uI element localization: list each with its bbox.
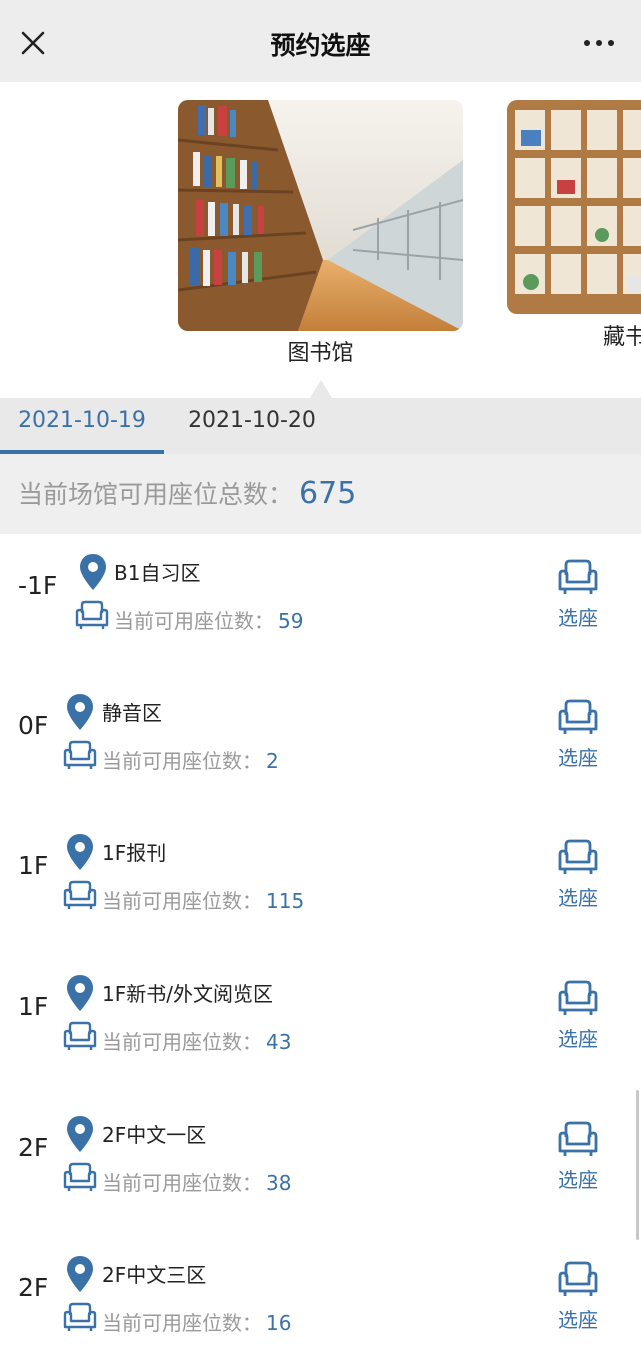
available-seats: 当前可用座位数： 16 — [102, 1307, 291, 1336]
zone-row: 2F 2F中文三区 当前可用座位数： 16 选座 — [0, 1237, 641, 1349]
zone-name: 静音区 — [102, 701, 162, 725]
select-seat-button[interactable]: 选座 — [548, 557, 608, 637]
venue-card-collection[interactable] — [507, 100, 641, 314]
floor-label: 1F — [18, 851, 49, 880]
select-seat-button[interactable]: 选座 — [548, 1119, 608, 1199]
venue-card-library[interactable] — [178, 100, 463, 331]
zone-name: 2F中文一区 — [102, 1123, 207, 1147]
location-pin-icon — [67, 694, 93, 730]
floor-label: 2F — [18, 1273, 49, 1302]
venue-carousel: 图书馆 藏书 — [0, 82, 641, 398]
select-seat-label: 选座 — [558, 746, 598, 770]
floor-label: 1F — [18, 992, 49, 1021]
total-label: 当前场馆可用座位总数： — [18, 480, 294, 509]
location-pin-icon — [67, 834, 93, 870]
select-seat-label: 选座 — [558, 1168, 598, 1192]
select-seat-label: 选座 — [558, 1308, 598, 1332]
location-pin-icon — [80, 554, 106, 590]
available-count: 38 — [266, 1171, 292, 1195]
available-label: 当前可用座位数： — [102, 1311, 262, 1335]
seat-icon — [558, 699, 598, 734]
select-seat-label: 选座 — [558, 886, 598, 910]
available-seats: 当前可用座位数： 115 — [102, 885, 304, 914]
zone-name: 1F新书/外文阅览区 — [102, 982, 273, 1006]
available-count: 115 — [266, 889, 305, 913]
location-pin-icon — [67, 1116, 93, 1152]
zone-name: 2F中文三区 — [102, 1263, 207, 1287]
tab-date-2[interactable]: 2021-10-20 — [172, 398, 332, 454]
floor-label: -1F — [18, 571, 58, 600]
tab-date-1[interactable]: 2021-10-19 — [0, 398, 164, 454]
seat-icon — [63, 1162, 97, 1191]
available-label: 当前可用座位数： — [102, 749, 262, 773]
seat-icon — [63, 1021, 97, 1050]
select-seat-label: 选座 — [558, 1027, 598, 1051]
more-icon[interactable] — [579, 30, 619, 56]
collection-photo — [507, 100, 641, 314]
zone-row: 1F 1F新书/外文阅览区 当前可用座位数： 43 选座 — [0, 956, 641, 1088]
select-seat-button[interactable]: 选座 — [548, 837, 608, 917]
seat-icon — [558, 559, 598, 594]
total-count: 675 — [299, 476, 357, 511]
location-pin-icon — [67, 1256, 93, 1292]
seat-icon — [75, 600, 109, 629]
seat-icon — [558, 980, 598, 1015]
floor-label: 2F — [18, 1133, 49, 1162]
zone-name: 1F报刊 — [102, 841, 167, 865]
seat-icon — [63, 740, 97, 769]
zone-row: 1F 1F报刊 当前可用座位数： 115 选座 — [0, 815, 641, 947]
scrollbar[interactable] — [636, 1090, 639, 1240]
available-seats: 当前可用座位数： 43 — [102, 1026, 291, 1055]
total-available-seats: 当前场馆可用座位总数： 675 — [0, 454, 641, 534]
available-label: 当前可用座位数： — [102, 1030, 262, 1054]
library-photo — [178, 100, 463, 331]
select-seat-button[interactable]: 选座 — [548, 697, 608, 777]
available-seats: 当前可用座位数： 59 — [114, 605, 303, 634]
seat-icon — [558, 839, 598, 874]
seat-icon — [63, 1302, 97, 1331]
venue-label-library: 图书馆 — [287, 341, 354, 366]
zone-row: -1F B1自习区 当前可用座位数： 59 选座 — [0, 535, 641, 667]
date-tabs: 2021-10-19 2021-10-20 — [0, 398, 641, 454]
select-seat-button[interactable]: 选座 — [548, 1259, 608, 1339]
available-count: 2 — [266, 749, 279, 773]
seat-icon — [558, 1261, 598, 1296]
selected-venue-indicator — [310, 380, 332, 398]
available-label: 当前可用座位数： — [102, 1171, 262, 1195]
seat-icon — [558, 1121, 598, 1156]
select-seat-label: 选座 — [558, 606, 598, 630]
available-label: 当前可用座位数： — [102, 889, 262, 913]
location-pin-icon — [67, 975, 93, 1011]
page-title: 预约选座 — [270, 31, 371, 60]
available-count: 59 — [278, 609, 304, 633]
available-seats: 当前可用座位数： 2 — [102, 745, 279, 774]
available-label: 当前可用座位数： — [114, 609, 274, 633]
floor-label: 0F — [18, 711, 49, 740]
zone-row: 0F 静音区 当前可用座位数： 2 选座 — [0, 675, 641, 807]
zone-name: B1自习区 — [114, 561, 201, 585]
venue-label-collection: 藏书 — [603, 325, 641, 350]
seat-icon — [63, 880, 97, 909]
available-count: 43 — [266, 1030, 292, 1054]
available-seats: 当前可用座位数： 38 — [102, 1167, 291, 1196]
top-bar: 预约选座 — [0, 0, 641, 82]
select-seat-button[interactable]: 选座 — [548, 978, 608, 1058]
zone-row: 2F 2F中文一区 当前可用座位数： 38 选座 — [0, 1097, 641, 1229]
available-count: 16 — [266, 1311, 292, 1335]
